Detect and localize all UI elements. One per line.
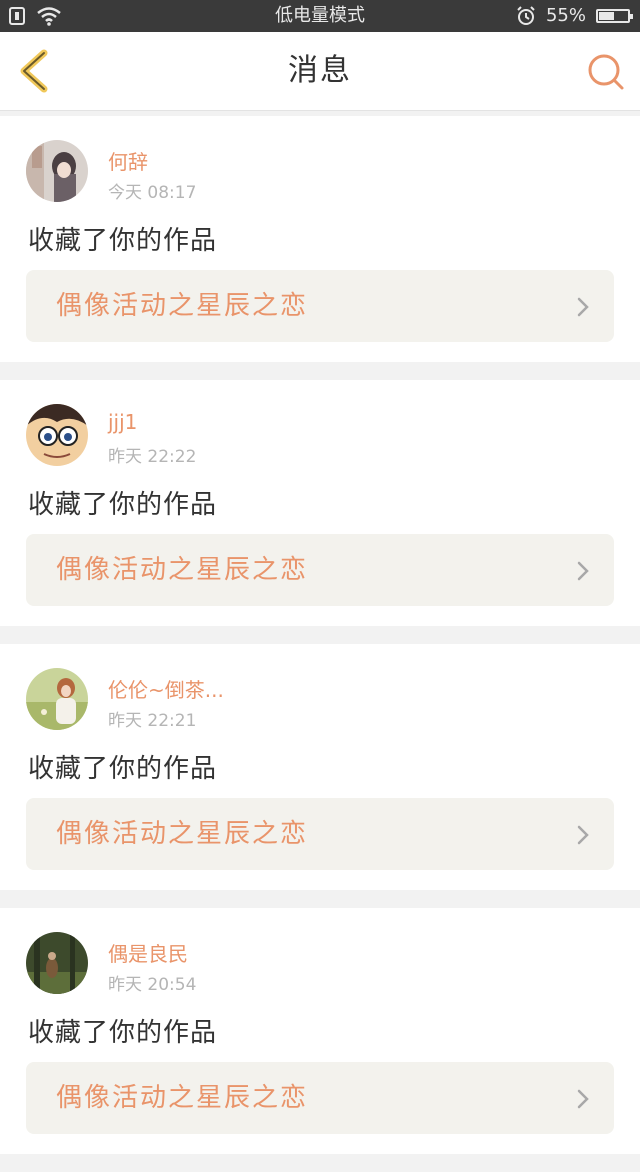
- work-title: 偶像活动之星辰之恋: [56, 819, 309, 849]
- message-card: 偶是良民 昨天 20:54 收藏了你的作品 偶像活动之星辰之恋: [0, 908, 640, 1154]
- timestamp: 昨天 20:54: [108, 975, 197, 995]
- user-name[interactable]: 伦伦~倒茶...: [108, 674, 224, 703]
- timestamp: 昨天 22:21: [108, 711, 197, 731]
- avatar[interactable]: [26, 668, 88, 730]
- battery-level: [599, 12, 614, 20]
- user-name[interactable]: jjj1: [108, 410, 137, 434]
- work-title: 偶像活动之星辰之恋: [56, 291, 309, 321]
- chevron-right-icon: [577, 1089, 589, 1109]
- avatar[interactable]: [26, 932, 88, 994]
- action-text: 收藏了你的作品: [28, 1018, 218, 1048]
- search-button[interactable]: [586, 52, 626, 92]
- message-list[interactable]: 何辞 今天 08:17 收藏了你的作品 偶像活动之星辰之恋 jjj1 昨天 22…: [0, 116, 640, 1172]
- action-text: 收藏了你的作品: [28, 490, 218, 520]
- work-link[interactable]: 偶像活动之星辰之恋: [26, 1062, 614, 1134]
- status-bar: 低电量模式 55%: [0, 0, 640, 32]
- user-name[interactable]: 偶是良民: [108, 938, 188, 967]
- work-title: 偶像活动之星辰之恋: [56, 1083, 309, 1113]
- timestamp: 今天 08:17: [108, 183, 197, 203]
- battery-icon: [596, 9, 633, 23]
- action-text: 收藏了你的作品: [28, 226, 218, 256]
- work-link[interactable]: 偶像活动之星辰之恋: [26, 798, 614, 870]
- page-title: 消息: [288, 53, 352, 88]
- user-name[interactable]: 何辞: [108, 146, 148, 175]
- battery-percent: 55%: [545, 5, 586, 26]
- chevron-right-icon: [577, 297, 589, 317]
- work-link[interactable]: 偶像活动之星辰之恋: [26, 270, 614, 342]
- work-title: 偶像活动之星辰之恋: [56, 555, 309, 585]
- work-link[interactable]: 偶像活动之星辰之恋: [26, 534, 614, 606]
- message-card: 伦伦~倒茶... 昨天 22:21 收藏了你的作品 偶像活动之星辰之恋: [0, 644, 640, 890]
- message-card: jjj1 昨天 22:22 收藏了你的作品 偶像活动之星辰之恋: [0, 380, 640, 626]
- avatar[interactable]: [26, 404, 88, 466]
- timestamp: 昨天 22:22: [108, 447, 197, 467]
- status-icons-right: 55%: [516, 0, 633, 32]
- chevron-right-icon: [577, 825, 589, 845]
- avatar[interactable]: [26, 140, 88, 202]
- app-header: 消息: [0, 32, 640, 111]
- message-card: 何辞 今天 08:17 收藏了你的作品 偶像活动之星辰之恋: [0, 116, 640, 362]
- alarm-icon: [517, 6, 535, 25]
- chevron-right-icon: [577, 561, 589, 581]
- action-text: 收藏了你的作品: [28, 754, 218, 784]
